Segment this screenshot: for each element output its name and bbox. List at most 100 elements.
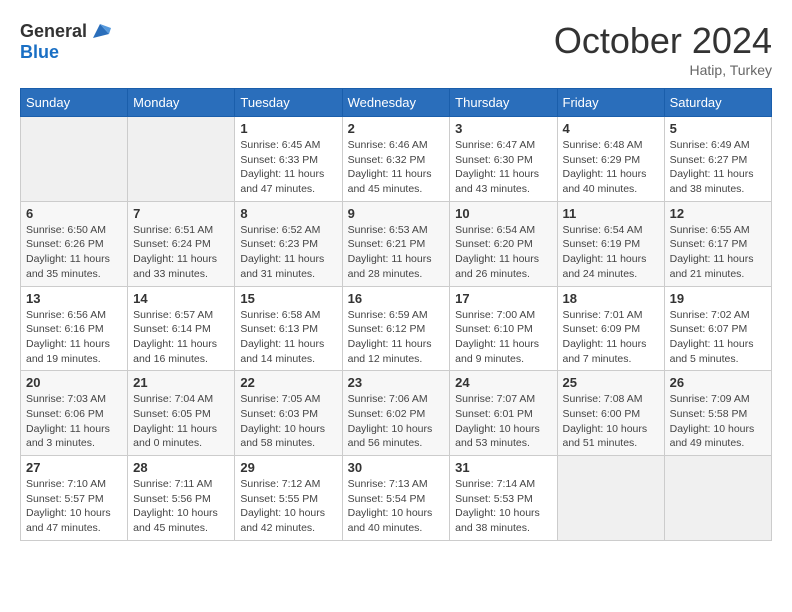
day-info: Sunrise: 7:01 AM Sunset: 6:09 PM Dayligh… <box>563 308 659 367</box>
calendar-cell: 25 Sunrise: 7:08 AM Sunset: 6:00 PM Dayli… <box>557 371 664 456</box>
calendar-week-row: 27 Sunrise: 7:10 AM Sunset: 5:57 PM Dayli… <box>21 456 772 541</box>
day-number: 5 <box>670 121 766 136</box>
location: Hatip, Turkey <box>554 62 772 78</box>
calendar-cell <box>557 456 664 541</box>
calendar-cell: 17 Sunrise: 7:00 AM Sunset: 6:10 PM Dayli… <box>450 286 557 371</box>
day-info: Sunrise: 7:10 AM Sunset: 5:57 PM Dayligh… <box>26 477 122 536</box>
calendar-cell: 14 Sunrise: 6:57 AM Sunset: 6:14 PM Dayli… <box>128 286 235 371</box>
day-info: Sunrise: 7:04 AM Sunset: 6:05 PM Dayligh… <box>133 392 229 451</box>
calendar-cell: 26 Sunrise: 7:09 AM Sunset: 5:58 PM Dayli… <box>664 371 771 456</box>
calendar-cell: 6Sunrise: 6:50 AM Sunset: 6:26 PM Daylig… <box>21 201 128 286</box>
calendar-cell: 4 Sunrise: 6:48 AM Sunset: 6:29 PM Daylig… <box>557 117 664 202</box>
day-number: 30 <box>348 460 445 475</box>
calendar-cell <box>21 117 128 202</box>
day-info: Sunrise: 6:52 AM Sunset: 6:23 PM Dayligh… <box>240 223 336 282</box>
day-info: Sunrise: 6:53 AM Sunset: 6:21 PM Dayligh… <box>348 223 445 282</box>
weekday-header-wednesday: Wednesday <box>342 89 450 117</box>
calendar-cell: 10Sunrise: 6:54 AM Sunset: 6:20 PM Dayli… <box>450 201 557 286</box>
calendar-cell: 21 Sunrise: 7:04 AM Sunset: 6:05 PM Dayli… <box>128 371 235 456</box>
day-info: Sunrise: 7:14 AM Sunset: 5:53 PM Dayligh… <box>455 477 551 536</box>
day-info: Sunrise: 7:00 AM Sunset: 6:10 PM Dayligh… <box>455 308 551 367</box>
day-number: 2 <box>348 121 445 136</box>
day-number: 17 <box>455 291 551 306</box>
weekday-header-friday: Friday <box>557 89 664 117</box>
day-info: Sunrise: 7:11 AM Sunset: 5:56 PM Dayligh… <box>133 477 229 536</box>
day-info: Sunrise: 7:05 AM Sunset: 6:03 PM Dayligh… <box>240 392 336 451</box>
day-info: Sunrise: 7:03 AM Sunset: 6:06 PM Dayligh… <box>26 392 122 451</box>
day-number: 12 <box>670 206 766 221</box>
calendar-cell <box>664 456 771 541</box>
page-header: General Blue October 2024 Hatip, Turkey <box>20 20 772 78</box>
day-number: 29 <box>240 460 336 475</box>
day-number: 15 <box>240 291 336 306</box>
calendar-cell: 15Sunrise: 6:58 AM Sunset: 6:13 PM Dayli… <box>235 286 342 371</box>
title-section: October 2024 Hatip, Turkey <box>554 20 772 78</box>
day-info: Sunrise: 6:57 AM Sunset: 6:14 PM Dayligh… <box>133 308 229 367</box>
day-info: Sunrise: 6:54 AM Sunset: 6:19 PM Dayligh… <box>563 223 659 282</box>
weekday-header-sunday: Sunday <box>21 89 128 117</box>
calendar-cell: 30 Sunrise: 7:13 AM Sunset: 5:54 PM Dayli… <box>342 456 450 541</box>
day-info: Sunrise: 7:13 AM Sunset: 5:54 PM Dayligh… <box>348 477 445 536</box>
day-number: 9 <box>348 206 445 221</box>
calendar-cell: 11 Sunrise: 6:54 AM Sunset: 6:19 PM Dayli… <box>557 201 664 286</box>
calendar-week-row: 1Sunrise: 6:45 AM Sunset: 6:33 PM Daylig… <box>21 117 772 202</box>
day-number: 20 <box>26 375 122 390</box>
day-number: 27 <box>26 460 122 475</box>
day-info: Sunrise: 7:07 AM Sunset: 6:01 PM Dayligh… <box>455 392 551 451</box>
day-number: 11 <box>563 206 659 221</box>
day-number: 18 <box>563 291 659 306</box>
day-info: Sunrise: 7:12 AM Sunset: 5:55 PM Dayligh… <box>240 477 336 536</box>
day-number: 24 <box>455 375 551 390</box>
day-number: 28 <box>133 460 229 475</box>
calendar-cell: 18 Sunrise: 7:01 AM Sunset: 6:09 PM Dayli… <box>557 286 664 371</box>
day-info: Sunrise: 7:02 AM Sunset: 6:07 PM Dayligh… <box>670 308 766 367</box>
day-number: 21 <box>133 375 229 390</box>
calendar-cell <box>128 117 235 202</box>
logo: General Blue <box>20 20 111 63</box>
calendar-cell: 29 Sunrise: 7:12 AM Sunset: 5:55 PM Dayli… <box>235 456 342 541</box>
calendar-cell: 13 Sunrise: 6:56 AM Sunset: 6:16 PM Dayli… <box>21 286 128 371</box>
day-info: Sunrise: 6:49 AM Sunset: 6:27 PM Dayligh… <box>670 138 766 197</box>
day-info: Sunrise: 6:50 AM Sunset: 6:26 PM Dayligh… <box>26 223 122 282</box>
day-number: 4 <box>563 121 659 136</box>
day-number: 8 <box>240 206 336 221</box>
day-number: 26 <box>670 375 766 390</box>
calendar-cell: 23 Sunrise: 7:06 AM Sunset: 6:02 PM Dayli… <box>342 371 450 456</box>
day-info: Sunrise: 6:48 AM Sunset: 6:29 PM Dayligh… <box>563 138 659 197</box>
calendar-cell: 7Sunrise: 6:51 AM Sunset: 6:24 PM Daylig… <box>128 201 235 286</box>
calendar-table: SundayMondayTuesdayWednesdayThursdayFrid… <box>20 88 772 541</box>
day-info: Sunrise: 6:51 AM Sunset: 6:24 PM Dayligh… <box>133 223 229 282</box>
day-number: 25 <box>563 375 659 390</box>
day-number: 1 <box>240 121 336 136</box>
weekday-header-monday: Monday <box>128 89 235 117</box>
day-info: Sunrise: 6:59 AM Sunset: 6:12 PM Dayligh… <box>348 308 445 367</box>
day-info: Sunrise: 7:06 AM Sunset: 6:02 PM Dayligh… <box>348 392 445 451</box>
day-info: Sunrise: 7:09 AM Sunset: 5:58 PM Dayligh… <box>670 392 766 451</box>
day-info: Sunrise: 6:55 AM Sunset: 6:17 PM Dayligh… <box>670 223 766 282</box>
month-title: October 2024 <box>554 20 772 62</box>
day-info: Sunrise: 6:47 AM Sunset: 6:30 PM Dayligh… <box>455 138 551 197</box>
calendar-cell: 9 Sunrise: 6:53 AM Sunset: 6:21 PM Daylig… <box>342 201 450 286</box>
day-number: 14 <box>133 291 229 306</box>
day-number: 13 <box>26 291 122 306</box>
day-number: 10 <box>455 206 551 221</box>
weekday-header-saturday: Saturday <box>664 89 771 117</box>
day-info: Sunrise: 6:56 AM Sunset: 6:16 PM Dayligh… <box>26 308 122 367</box>
calendar-cell: 16 Sunrise: 6:59 AM Sunset: 6:12 PM Dayli… <box>342 286 450 371</box>
calendar-week-row: 20 Sunrise: 7:03 AM Sunset: 6:06 PM Dayli… <box>21 371 772 456</box>
calendar-cell: 22 Sunrise: 7:05 AM Sunset: 6:03 PM Dayli… <box>235 371 342 456</box>
calendar-cell: 24 Sunrise: 7:07 AM Sunset: 6:01 PM Dayli… <box>450 371 557 456</box>
calendar-cell: 3 Sunrise: 6:47 AM Sunset: 6:30 PM Daylig… <box>450 117 557 202</box>
calendar-cell: 27 Sunrise: 7:10 AM Sunset: 5:57 PM Dayli… <box>21 456 128 541</box>
calendar-cell: 2Sunrise: 6:46 AM Sunset: 6:32 PM Daylig… <box>342 117 450 202</box>
day-number: 22 <box>240 375 336 390</box>
day-number: 23 <box>348 375 445 390</box>
day-number: 3 <box>455 121 551 136</box>
calendar-cell: 20 Sunrise: 7:03 AM Sunset: 6:06 PM Dayli… <box>21 371 128 456</box>
day-info: Sunrise: 7:08 AM Sunset: 6:00 PM Dayligh… <box>563 392 659 451</box>
calendar-cell: 19Sunrise: 7:02 AM Sunset: 6:07 PM Dayli… <box>664 286 771 371</box>
weekday-header-row: SundayMondayTuesdayWednesdayThursdayFrid… <box>21 89 772 117</box>
day-number: 16 <box>348 291 445 306</box>
logo-blue: Blue <box>20 42 59 63</box>
weekday-header-tuesday: Tuesday <box>235 89 342 117</box>
